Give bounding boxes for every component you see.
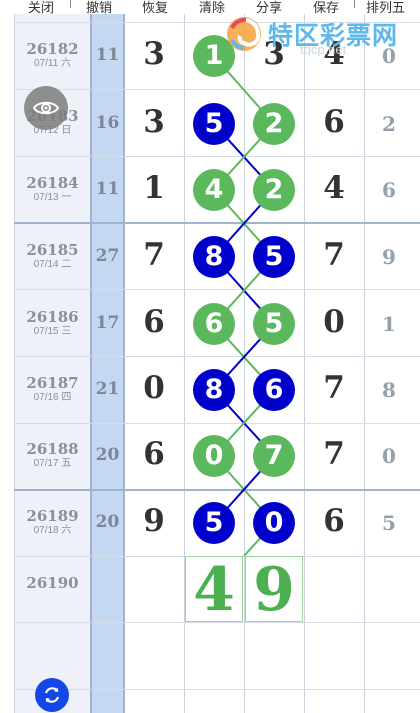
watermark-text: 特区彩票网 (268, 21, 399, 50)
ball-2: 6 (253, 369, 295, 411)
eye-toggle-button[interactable] (24, 86, 68, 130)
undo-button[interactable]: 撤销 (86, 0, 112, 16)
eye-icon (33, 101, 59, 115)
site-watermark: 特区彩票网 (224, 14, 398, 54)
restore-button[interactable]: 恢复 (142, 0, 168, 16)
toolbar: 关闭 撤销 恢复 清除 分享 保存 排列五 (0, 0, 420, 16)
ball-2: 0 (253, 502, 295, 544)
ball-2: 7 (253, 435, 295, 477)
ball-2: 2 (253, 103, 295, 145)
refresh-button[interactable] (35, 678, 69, 712)
ball-1: 8 (193, 369, 235, 411)
toolbar-divider (70, 0, 71, 8)
close-button[interactable]: 关闭 (28, 0, 54, 16)
refresh-icon (44, 687, 60, 703)
ball-2: 5 (253, 236, 295, 278)
ball-2: 5 (253, 303, 295, 345)
ball-2: 2 (253, 169, 295, 211)
ball-1: 5 (193, 502, 235, 544)
clear-button[interactable]: 清除 (199, 0, 225, 16)
logo-swirl-icon (227, 17, 261, 51)
ball-1: 6 (193, 303, 235, 345)
ball-1: 4 (193, 169, 235, 211)
ball-1: 5 (193, 103, 235, 145)
toolbar-divider (354, 0, 355, 8)
ball-1: 0 (193, 435, 235, 477)
ball-1: 8 (193, 236, 235, 278)
